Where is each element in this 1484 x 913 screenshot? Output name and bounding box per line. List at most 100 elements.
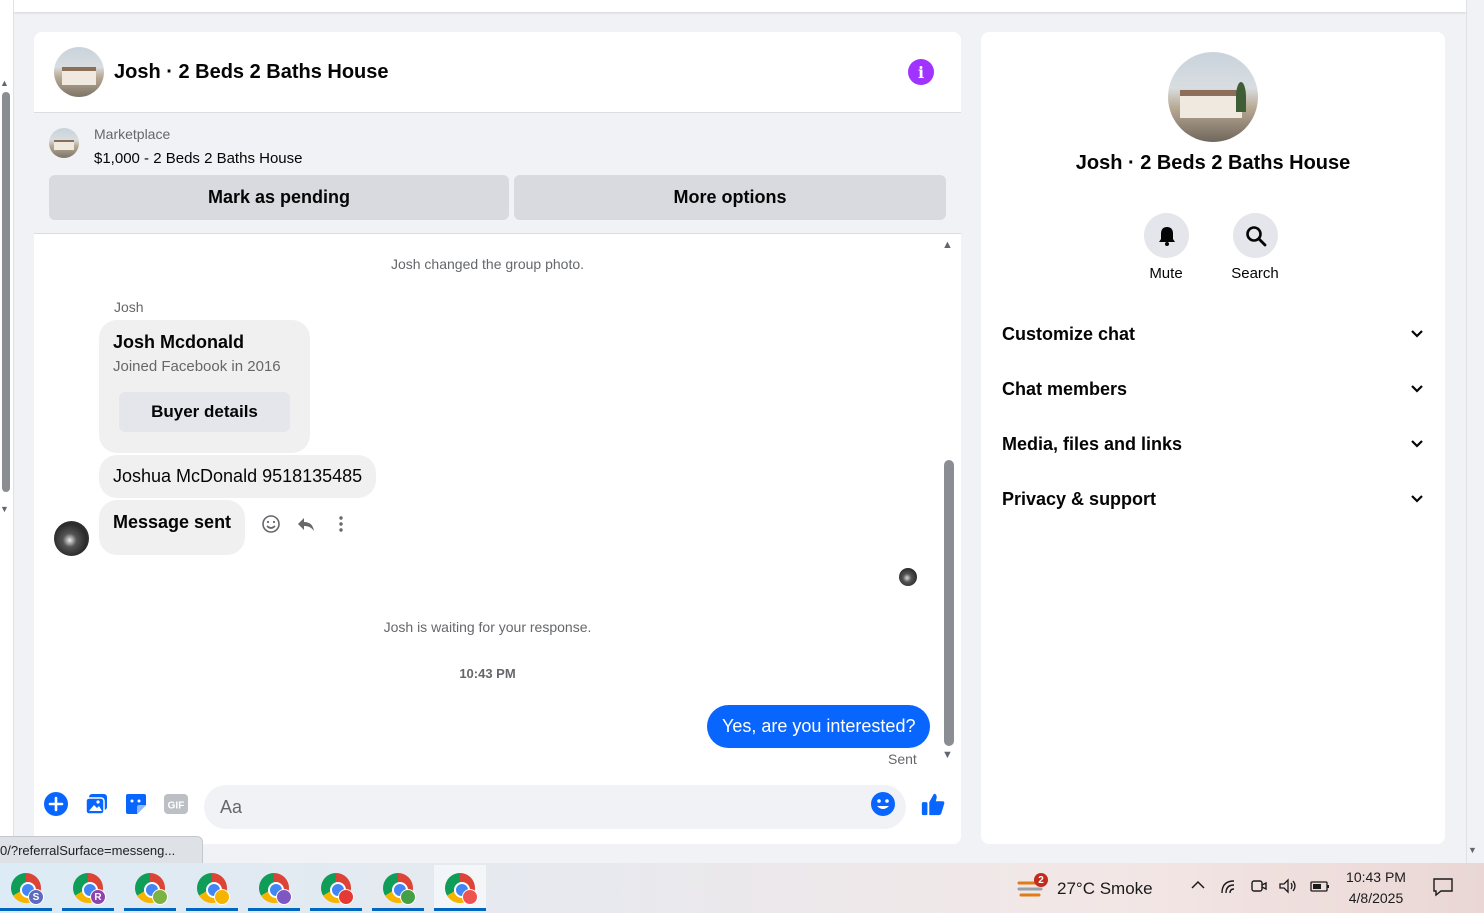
profile-badge [400, 889, 416, 905]
section-label: Chat members [1002, 378, 1128, 399]
conversation-avatar[interactable] [1168, 52, 1258, 142]
taskbar-clock[interactable]: 10:43 PM 4/8/2025 [1338, 867, 1414, 909]
volume-icon[interactable] [1278, 877, 1298, 899]
clock-time: 10:43 PM [1346, 869, 1406, 885]
emoji-icon[interactable] [870, 791, 896, 817]
more-options-icon[interactable] [331, 514, 351, 534]
conversation-title: Josh · 2 Beds 2 Baths House [1075, 152, 1351, 174]
thumbs-up-icon[interactable] [920, 791, 946, 817]
chat-avatar[interactable] [54, 47, 104, 97]
scroll-down-arrow-icon[interactable]: ▼ [0, 504, 9, 514]
listing-thumbnail[interactable] [49, 128, 79, 158]
wifi-icon[interactable] [1220, 877, 1240, 899]
marketplace-banner: Marketplace $1,000 - 2 Beds 2 Baths Hous… [34, 113, 961, 234]
weather-text[interactable]: 27°C Smoke [1057, 879, 1153, 899]
section-label: Customize chat [1002, 323, 1136, 344]
running-indicator [310, 908, 362, 911]
buyer-profile-card: Josh Mcdonald Joined Facebook in 2016 Bu… [99, 320, 310, 453]
incoming-message[interactable]: Message sent [99, 500, 246, 555]
search-icon [1245, 225, 1266, 246]
scroll-up-arrow-icon[interactable]: ▲ [0, 78, 9, 88]
listing-title[interactable]: $1,000 - 2 Beds 2 Baths House [94, 150, 302, 167]
search-label: Search [1231, 265, 1279, 282]
svg-text:GIF: GIF [168, 801, 185, 812]
profile-badge: R [90, 889, 106, 905]
message-input[interactable] [204, 785, 906, 829]
browser-top-strip [14, 0, 1466, 12]
chevron-down-icon [1411, 440, 1423, 448]
taskbar-chrome-app[interactable] [310, 865, 362, 911]
mute-button[interactable] [1144, 213, 1189, 258]
running-indicator [186, 908, 238, 911]
reply-icon[interactable] [296, 514, 316, 534]
page-scrollbar[interactable] [1466, 0, 1484, 863]
running-indicator [434, 908, 486, 911]
react-emoji-icon[interactable] [261, 514, 281, 534]
section-media-files-links[interactable]: Media, files and links [981, 419, 1445, 469]
mute-label: Mute [1149, 265, 1183, 282]
waiting-notice: Josh is waiting for your response. [383, 619, 592, 635]
profile-badge [338, 889, 354, 905]
taskbar-chrome-app[interactable] [248, 865, 300, 911]
section-label: Media, files and links [1002, 433, 1183, 454]
running-indicator [0, 908, 52, 911]
left-scroll-thumb[interactable] [2, 92, 10, 492]
weather-badge: 2 [1034, 873, 1048, 887]
message-list: Josh changed the group photo. Josh Josh … [34, 234, 961, 774]
taskbar-chrome-app[interactable]: S [0, 865, 52, 911]
bell-icon [1158, 226, 1175, 246]
sender-avatar[interactable] [54, 521, 89, 556]
chat-scroll-thumb[interactable] [944, 460, 954, 746]
info-icon[interactable]: i [908, 59, 934, 85]
page-scroll-down-icon[interactable]: ▼ [1468, 845, 1477, 855]
profile-badge [276, 889, 292, 905]
section-privacy-support[interactable]: Privacy & support [981, 474, 1445, 524]
running-indicator [124, 908, 176, 911]
outgoing-message[interactable]: Yes, are you interested? [707, 705, 931, 748]
conversation-info-panel: Josh · 2 Beds 2 Baths House Mute Search … [981, 32, 1445, 844]
message-actions [261, 514, 351, 534]
notification-icon[interactable] [1432, 877, 1454, 897]
gif-icon[interactable]: GIF [163, 791, 189, 817]
chat-scroll-down-icon[interactable]: ▼ [942, 749, 953, 761]
clock-date: 4/8/2025 [1348, 890, 1404, 906]
status-url-tooltip: 0/?referralSurface=messeng... [0, 836, 203, 864]
chevron-up-icon[interactable] [1190, 877, 1206, 897]
taskbar-chrome-app[interactable]: R [62, 865, 114, 911]
running-indicator [372, 908, 424, 911]
chat-title[interactable]: Josh · 2 Beds 2 Baths House [114, 61, 389, 84]
delivery-status: Sent [888, 751, 917, 767]
search-button[interactable] [1233, 213, 1278, 258]
taskbar-chrome-app[interactable] [434, 865, 486, 911]
section-customize-chat[interactable]: Customize chat [981, 309, 1445, 359]
chevron-down-icon [1411, 330, 1423, 338]
taskbar-chrome-app[interactable] [124, 865, 176, 911]
running-indicator [62, 908, 114, 911]
sticker-icon[interactable] [123, 791, 149, 817]
section-label: Privacy & support [1002, 488, 1157, 509]
chevron-down-icon [1411, 495, 1423, 503]
profile-badge [214, 889, 230, 905]
composer: GIF [34, 779, 961, 835]
meet-icon[interactable] [1250, 877, 1268, 899]
more-options-button[interactable]: More options [514, 175, 946, 220]
taskbar-chrome-app[interactable] [372, 865, 424, 911]
seen-avatar [899, 568, 917, 586]
marketplace-label: Marketplace [94, 126, 171, 142]
section-chat-members[interactable]: Chat members [981, 364, 1445, 414]
profile-badge [152, 889, 168, 905]
chat-scroll-up-icon[interactable]: ▲ [942, 239, 953, 251]
photo-icon[interactable] [84, 791, 110, 817]
windows-taskbar: S R 2 27°C Smoke 10:43 PM 4/8/2025 [0, 863, 1484, 913]
buyer-details-button[interactable]: Buyer details [119, 392, 290, 432]
taskbar-chrome-app[interactable] [186, 865, 238, 911]
running-indicator [248, 908, 300, 911]
chat-header: Josh · 2 Beds 2 Baths House i [34, 32, 961, 113]
battery-icon[interactable] [1309, 877, 1331, 899]
profile-badge: S [28, 889, 44, 905]
plus-circle-icon[interactable] [43, 791, 69, 817]
mark-as-pending-button[interactable]: Mark as pending [49, 175, 509, 220]
incoming-message[interactable]: Joshua McDonald 9518135485 [99, 455, 377, 498]
chevron-down-icon [1411, 385, 1423, 393]
profile-badge [462, 889, 478, 905]
